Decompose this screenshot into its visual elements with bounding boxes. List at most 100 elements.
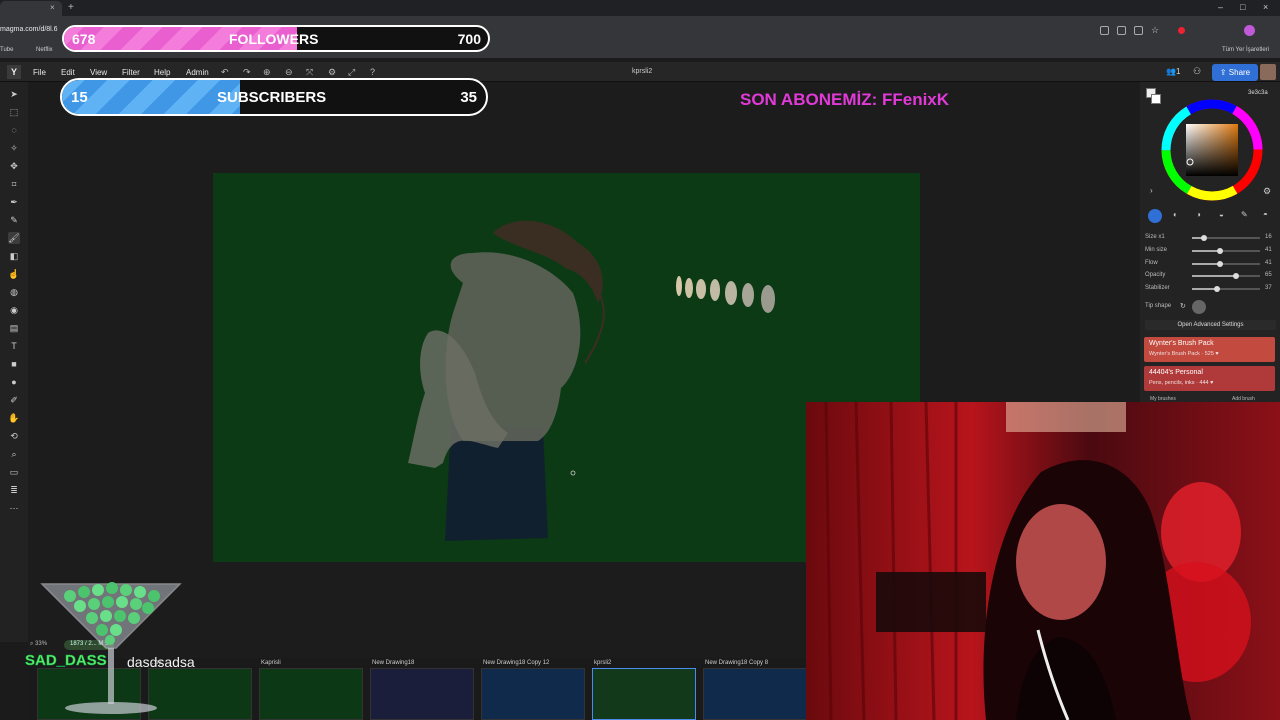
menu-filter[interactable]: Filter xyxy=(122,68,140,77)
transform-icon[interactable]: ⤧ xyxy=(306,67,313,78)
fill-icon[interactable]: ◉ xyxy=(8,304,20,316)
eyedropper-icon[interactable]: ✒ xyxy=(8,196,20,208)
redo-icon[interactable]: ↷ xyxy=(243,67,251,78)
move-icon[interactable]: ✥ xyxy=(8,160,20,172)
color-wheel[interactable] xyxy=(1158,96,1266,204)
close-window-icon[interactable]: × xyxy=(1263,2,1268,12)
brush-pack-subtitle: Pens, pencils, inks · 444 ♥ xyxy=(1149,380,1214,386)
file-name[interactable]: New Drawing18 Copy 12 xyxy=(483,660,549,666)
slider-value: 16 xyxy=(1265,234,1272,240)
expand-icon[interactable]: › xyxy=(1150,186,1153,195)
reset-icon[interactable]: ↻ xyxy=(1180,302,1186,310)
profile-icon[interactable] xyxy=(1244,25,1255,36)
bookmark-youtube[interactable]: Tube xyxy=(0,47,13,53)
brush-tab-3[interactable]: ◑ xyxy=(1196,210,1201,219)
undo-icon[interactable]: ↶ xyxy=(221,67,229,78)
martini-glass-overlay xyxy=(40,582,182,714)
brush-tab-6[interactable]: ◓ xyxy=(1263,210,1268,219)
new-tab-icon[interactable]: + xyxy=(68,2,74,13)
brush-tab-active[interactable] xyxy=(1148,209,1162,223)
tip-shape-preview[interactable] xyxy=(1192,300,1206,314)
tab-close-icon[interactable]: × xyxy=(50,3,55,12)
minimize-icon[interactable]: – xyxy=(1218,2,1223,12)
users-icon: 👥 xyxy=(1166,67,1176,76)
browser-tab-bar xyxy=(0,0,1280,16)
color-settings-icon[interactable]: ⚙ xyxy=(1263,186,1271,197)
file-name[interactable]: New Drawing18 Copy 8 xyxy=(705,660,768,666)
rotate-icon[interactable]: ⟲ xyxy=(8,430,20,442)
file-name[interactable]: Kaprisli xyxy=(261,660,281,666)
extension-icon[interactable] xyxy=(1100,26,1109,35)
slider-track[interactable] xyxy=(1192,286,1260,293)
slider-track[interactable] xyxy=(1192,260,1260,267)
blur-icon[interactable]: ◍ xyxy=(8,286,20,298)
menu-help[interactable]: Help xyxy=(154,68,170,77)
file-thumbnail[interactable] xyxy=(370,668,474,720)
pencil-icon[interactable]: ✎ xyxy=(8,214,20,226)
brush-pack-personal[interactable]: 44404's Personal Pens, pencils, inks · 4… xyxy=(1144,366,1275,391)
menu-file[interactable]: File xyxy=(33,68,46,77)
zoom-out-icon[interactable]: ⊖ xyxy=(285,67,293,78)
slider-label: Flow xyxy=(1145,259,1158,266)
zoom-in-icon[interactable]: ⊕ xyxy=(263,67,271,78)
url-field[interactable]: magma.com/d/8l.6 xyxy=(0,26,58,33)
share-page-icon[interactable] xyxy=(1134,26,1143,35)
share-button[interactable]: ⇪ Share xyxy=(1212,64,1258,81)
slider-track[interactable] xyxy=(1192,247,1260,254)
file-name[interactable]: kprsli2 xyxy=(594,660,611,666)
lasso-icon[interactable]: ◌ xyxy=(8,124,20,136)
zoom-icon[interactable]: ⌕ xyxy=(8,448,20,460)
brush-tab-2[interactable]: ◐ xyxy=(1173,210,1178,219)
text-icon[interactable]: T xyxy=(8,340,20,352)
smudge-icon[interactable]: ☝ xyxy=(8,268,20,280)
app-logo[interactable]: Y xyxy=(7,65,21,79)
bookmark-all[interactable]: Tüm Yer İşaretleri xyxy=(1222,47,1269,53)
menu-admin[interactable]: Admin xyxy=(186,68,209,77)
settings-icon[interactable]: ⚙ xyxy=(328,67,336,78)
latest-subscriber-text: SON ABONEMİZ: FFenixK xyxy=(740,90,950,109)
advanced-settings-button[interactable]: Open Advanced Settings xyxy=(1145,320,1276,330)
magic-wand-icon[interactable]: ✧ xyxy=(8,142,20,154)
slider-knob[interactable] xyxy=(1216,260,1223,267)
add-user-icon[interactable]: ⚇ xyxy=(1193,66,1201,77)
more-icon[interactable]: ⋯ xyxy=(8,502,20,514)
star-icon[interactable]: ☆ xyxy=(1151,25,1159,36)
slider-track[interactable] xyxy=(1192,273,1260,280)
record-icon[interactable] xyxy=(1178,27,1185,34)
users-count[interactable]: 👥1 xyxy=(1166,67,1180,76)
translate-icon[interactable] xyxy=(1117,26,1126,35)
menu-view[interactable]: View xyxy=(90,68,107,77)
slider-track[interactable] xyxy=(1192,235,1260,241)
slider-label: Min size xyxy=(1145,246,1168,253)
document-name[interactable]: kprsli2 xyxy=(632,68,652,75)
file-name[interactable]: New Drawing18 xyxy=(372,660,414,666)
ellipse-icon[interactable]: ● xyxy=(8,376,20,388)
select-icon[interactable]: ➤ xyxy=(8,88,20,100)
rect-icon[interactable]: ■ xyxy=(8,358,20,370)
file-thumbnail[interactable] xyxy=(481,668,585,720)
brush-tab-4[interactable]: ◒ xyxy=(1219,210,1224,219)
gradient-icon[interactable]: ▤ xyxy=(8,322,20,334)
rect-select-icon[interactable]: ⬚ xyxy=(8,106,20,118)
brush-tab-5[interactable]: ✎ xyxy=(1241,210,1248,219)
crop-icon[interactable]: ⌗ xyxy=(8,178,20,190)
eraser-icon[interactable]: ◧ xyxy=(8,250,20,262)
file-thumbnail[interactable] xyxy=(259,668,363,720)
layers-icon[interactable]: ≣ xyxy=(8,484,20,496)
hand-icon[interactable]: ✋ xyxy=(8,412,20,424)
brush-icon[interactable]: 🖌 xyxy=(8,232,20,244)
cursor-icon xyxy=(570,470,576,476)
maximize-icon[interactable]: □ xyxy=(1240,2,1245,12)
slider-knob[interactable] xyxy=(1216,247,1223,254)
followers-goal: 700 xyxy=(457,31,481,47)
menu-edit[interactable]: Edit xyxy=(61,68,75,77)
fullscreen-icon[interactable]: ⤢ xyxy=(348,67,355,78)
brush-pack-wynter[interactable]: Wynter's Brush Pack Wynter's Brush Pack … xyxy=(1144,337,1275,362)
help-icon[interactable]: ? xyxy=(370,67,375,77)
bookmark-netflix[interactable]: Netflix xyxy=(36,47,53,53)
file-thumbnail[interactable] xyxy=(703,668,807,720)
file-thumbnail[interactable] xyxy=(592,668,696,720)
avatar[interactable] xyxy=(1260,64,1276,80)
comment-icon[interactable]: ▭ xyxy=(8,466,20,478)
pen-icon[interactable]: ✐ xyxy=(8,394,20,406)
